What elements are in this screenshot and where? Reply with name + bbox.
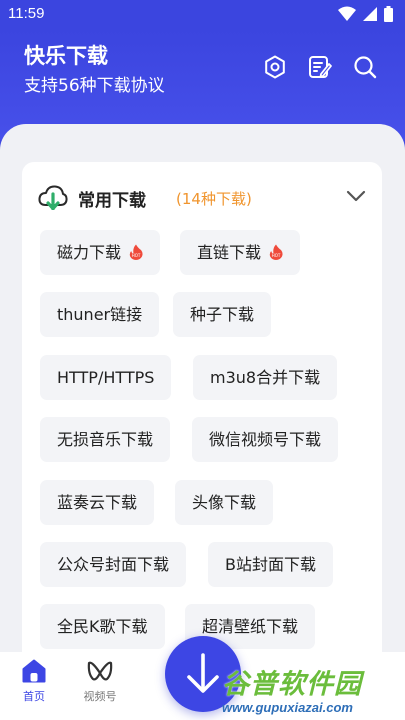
chip-kge-download[interactable]: 全民K歌下载: [40, 604, 165, 649]
watermark: 谷普软件园 www.gupuxiazai.com: [220, 660, 405, 720]
chip-wechat-channels[interactable]: 微信视频号下载: [192, 417, 339, 462]
edit-list-icon[interactable]: [307, 54, 333, 80]
section-title: 常用下载: [78, 191, 146, 211]
chip-official-account-cover[interactable]: 公众号封面下载: [40, 542, 187, 587]
settings-icon[interactable]: [262, 54, 288, 80]
chip-direct-link-download[interactable]: 直链下载 HOT: [180, 230, 301, 275]
status-icons: [338, 6, 393, 22]
battery-icon: [384, 6, 393, 22]
watermark-text: 谷普软件园: [222, 669, 362, 700]
watermark-url: www.gupuxiazai.com: [222, 700, 353, 715]
hot-icon: HOT: [129, 244, 143, 260]
download-arrow-icon: [187, 653, 219, 693]
svg-text:HOT: HOT: [272, 253, 281, 258]
chevron-down-icon[interactable]: [344, 184, 368, 208]
wifi-icon: [338, 6, 356, 21]
chip-magnet-download[interactable]: 磁力下载 HOT: [40, 230, 161, 275]
app-subtitle: 支持56种下载协议: [24, 76, 165, 96]
chip-avatar-download[interactable]: 头像下载: [175, 480, 274, 525]
status-time: 11:59: [8, 5, 45, 22]
section-count: (14种下载): [176, 190, 252, 208]
tab-home[interactable]: 首页: [4, 658, 64, 704]
chip-lanzou-cloud[interactable]: 蓝奏云下载: [40, 480, 155, 525]
status-bar: 11:59: [0, 0, 405, 30]
chip-label: 直链下载: [197, 243, 262, 262]
svg-text:HOT: HOT: [132, 253, 141, 258]
chip-label: 磁力下载: [57, 243, 122, 262]
chip-lossless-music[interactable]: 无损音乐下载: [40, 417, 171, 462]
cloud-download-icon: [38, 185, 68, 210]
main-panel: 常用下载 (14种下载) 磁力下载 HOT 直链下载 HOT thuner链接 种子…: [0, 124, 405, 682]
card-header[interactable]: 常用下载 (14种下载): [38, 182, 368, 212]
chip-http-https[interactable]: HTTP/HTTPS: [40, 355, 172, 400]
chip-bilibili-cover[interactable]: B站封面下载: [208, 542, 333, 587]
app-title: 快乐下载: [24, 44, 108, 68]
tab-video-channel[interactable]: 视频号: [70, 658, 130, 704]
hot-icon: HOT: [269, 244, 283, 260]
tab-label: 视频号: [83, 690, 117, 703]
chip-thuner-link[interactable]: thuner链接: [40, 292, 160, 337]
tab-label: 首页: [23, 690, 45, 703]
chip-torrent-download[interactable]: 种子下载: [173, 292, 272, 337]
common-downloads-card: 常用下载 (14种下载) 磁力下载 HOT 直链下载 HOT thuner链接 种子…: [22, 162, 382, 682]
signal-icon: [363, 7, 377, 21]
home-icon: [22, 659, 46, 683]
chip-m3u8-merge[interactable]: m3u8合并下载: [193, 355, 338, 400]
search-icon[interactable]: [352, 54, 378, 80]
channels-icon: [87, 661, 113, 681]
